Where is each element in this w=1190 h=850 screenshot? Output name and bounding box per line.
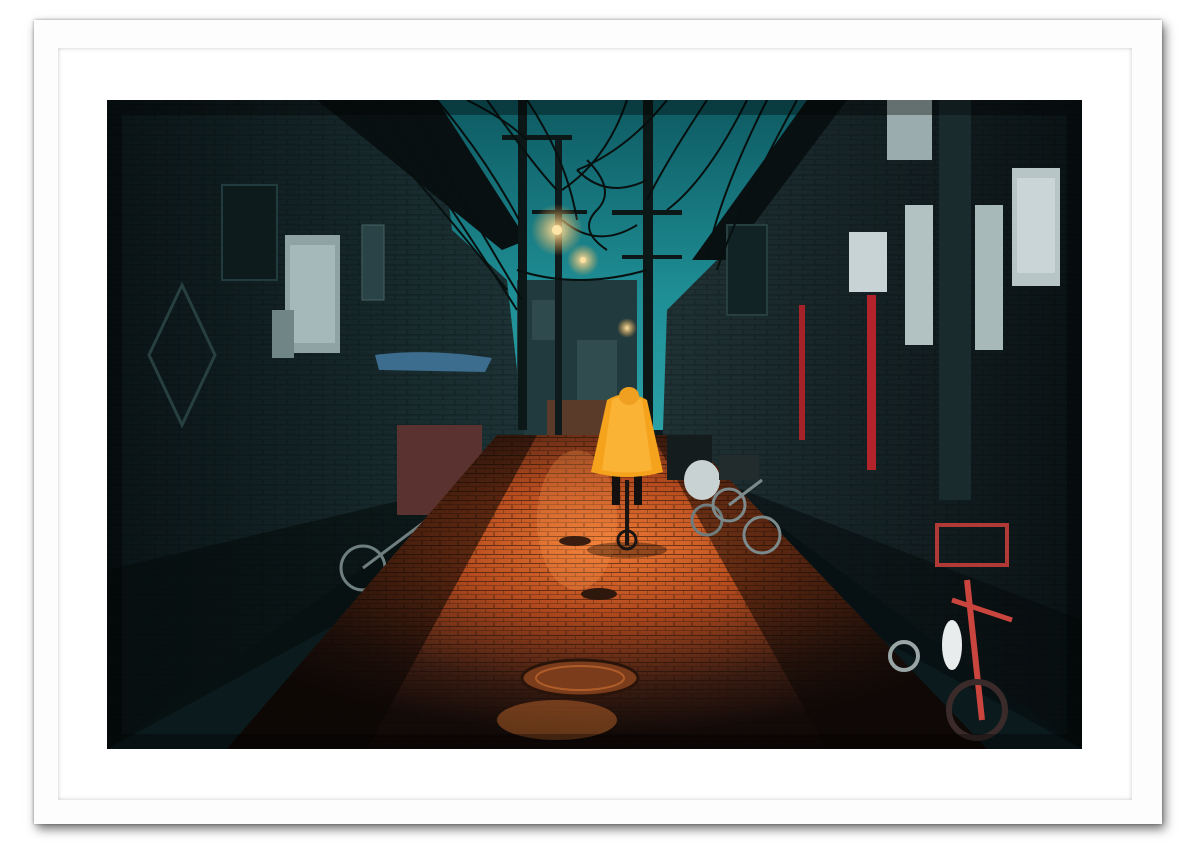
utility-pole-right bbox=[643, 100, 653, 430]
utility-pole-center bbox=[555, 140, 562, 440]
framed-print bbox=[0, 0, 1190, 850]
right-window bbox=[726, 224, 768, 316]
left-window bbox=[221, 184, 278, 281]
red-couplet bbox=[867, 295, 876, 470]
street-lamp bbox=[552, 225, 562, 235]
meter-box bbox=[849, 232, 887, 292]
photograph bbox=[107, 100, 1082, 749]
